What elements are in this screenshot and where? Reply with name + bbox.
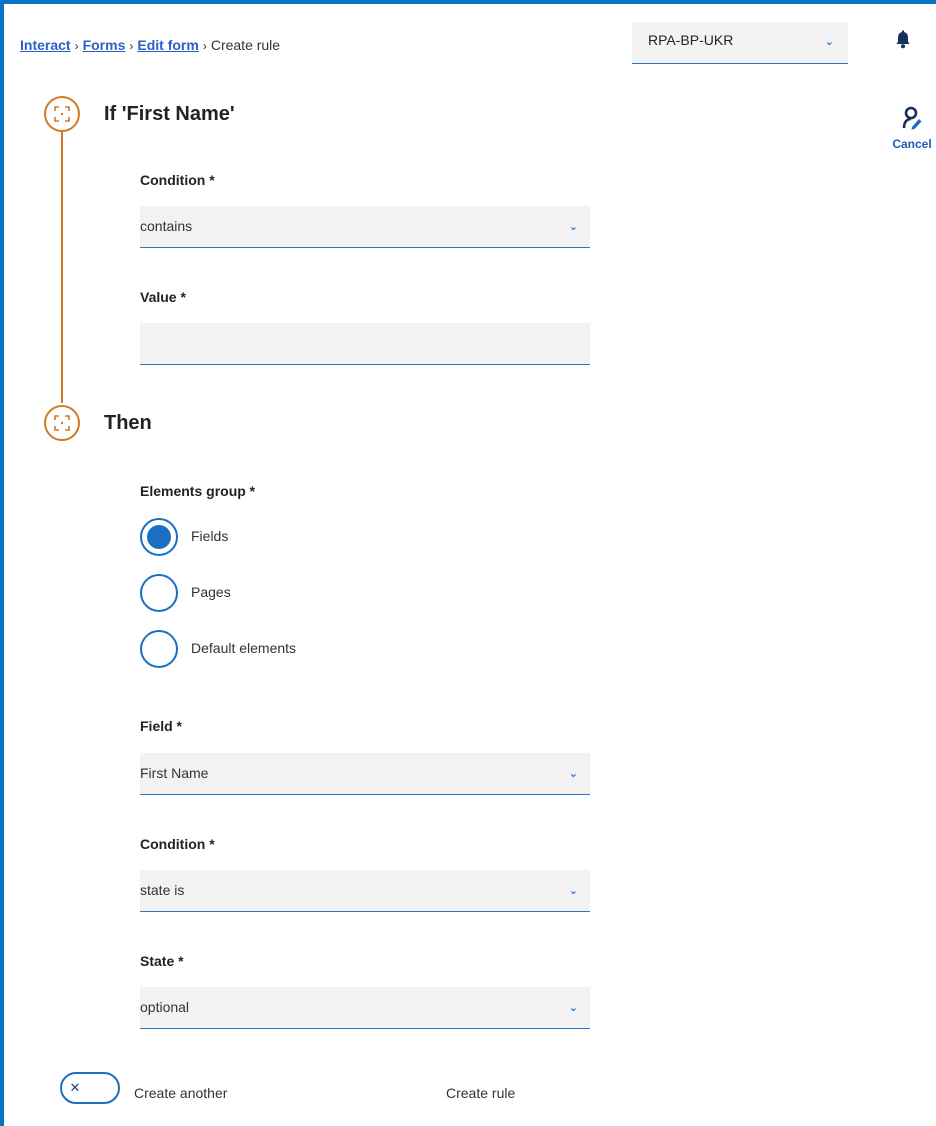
field-label: Field * [140,718,183,734]
if-condition-select[interactable]: contains ⌄ [140,206,590,248]
breadcrumb-separator: › [202,39,207,53]
radio-dot [147,525,171,549]
radio-button [140,574,178,612]
cancel-label: Cancel [892,137,932,151]
cancel-button[interactable]: Cancel [888,106,936,156]
breadcrumb-forms[interactable]: Forms [83,37,126,53]
then-condition-select[interactable]: state is ⌄ [140,870,590,912]
chevron-down-icon: ⌄ [568,221,578,233]
radio-default-elements-label: Default elements [191,640,297,656]
notifications-button[interactable] [893,30,915,52]
step-marker-if [44,96,80,132]
then-condition-value: state is [140,882,185,898]
radio-button-selected [140,518,178,556]
step-connector [61,131,63,403]
state-label: State * [140,953,184,969]
elements-group-label: Elements group * [140,483,256,499]
field-select-value: First Name [140,765,209,781]
close-icon: ✕ [69,1080,81,1095]
create-rule-button[interactable]: Create rule [446,1085,515,1101]
focus-frame-icon [54,106,70,122]
breadcrumb-separator: › [74,39,79,53]
breadcrumb-interact[interactable]: Interact [20,37,71,53]
if-section-title: If 'First Name' [104,103,235,125]
state-select-value: optional [140,999,190,1015]
radio-button [140,630,178,668]
chevron-down-icon: ⌄ [568,768,578,780]
user-edit-icon [902,106,922,130]
radio-fields-label: Fields [191,528,229,544]
top-border [0,0,936,4]
chevron-down-icon: ⌄ [568,885,578,897]
field-select[interactable]: First Name ⌄ [140,753,590,795]
chevron-down-icon: ⌄ [568,1002,578,1014]
breadcrumb-current: Create rule [210,37,281,53]
create-another-toggle[interactable]: ✕ [60,1072,120,1104]
state-select[interactable]: optional ⌄ [140,987,590,1029]
environment-select[interactable]: RPA-BP-UKR ⌄ [632,22,848,64]
if-value-label: Value * [140,289,186,305]
step-marker-then [44,405,80,441]
breadcrumb-separator: › [129,39,134,53]
then-condition-label: Condition * [140,836,215,852]
if-value-input[interactable] [140,323,590,365]
left-border [0,0,4,1126]
if-condition-label: Condition * [140,172,215,188]
radio-pages-label: Pages [191,584,231,600]
then-section-title: Then [104,412,152,434]
if-condition-value: contains [140,218,193,234]
bell-icon [896,30,910,49]
create-another-label: Create another [134,1085,228,1101]
focus-frame-icon [54,415,70,431]
breadcrumb: Interact › Forms › Edit form › Create rule [20,37,280,53]
chevron-down-icon: ⌄ [824,36,834,48]
environment-select-value: RPA-BP-UKR [648,32,734,48]
breadcrumb-edit-form[interactable]: Edit form [137,37,198,53]
